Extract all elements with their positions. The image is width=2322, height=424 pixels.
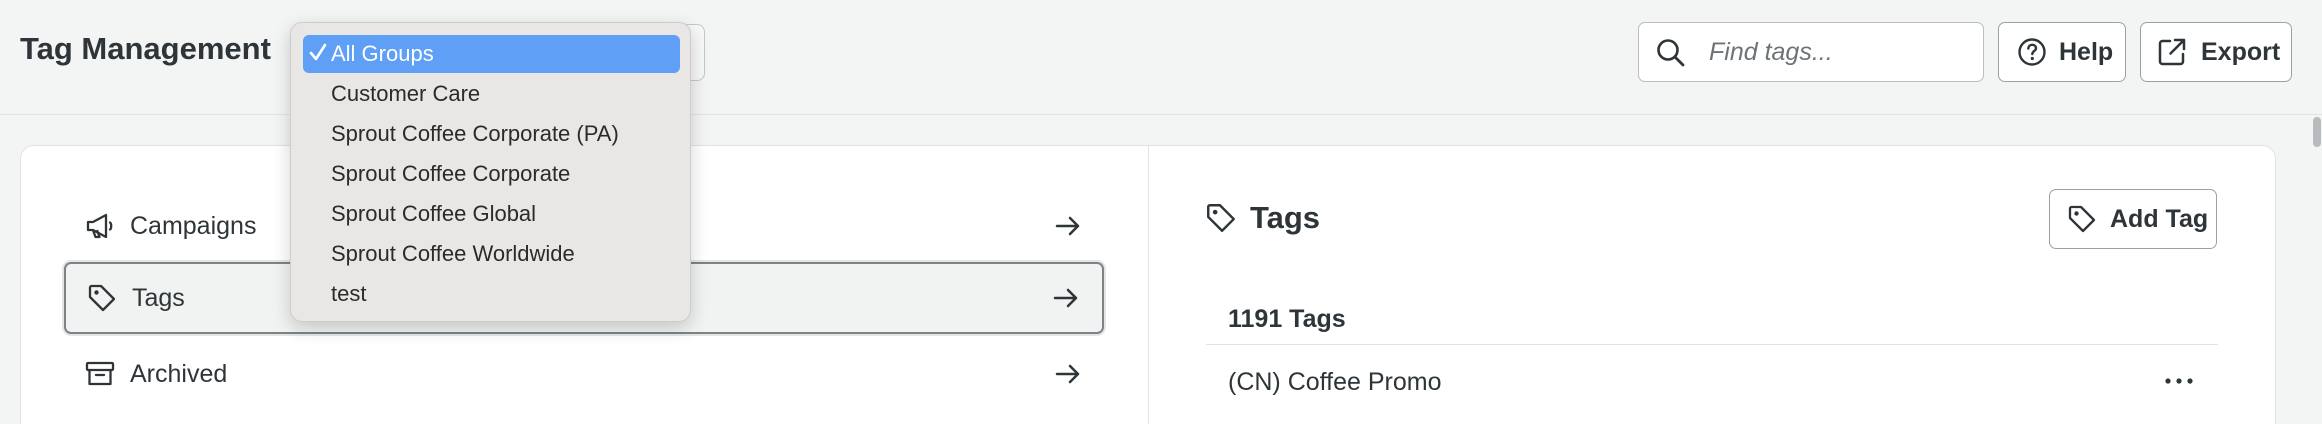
search-icon (1657, 39, 1685, 67)
sidebar-item-label: Tags (132, 283, 185, 312)
page-scrollbar[interactable] (2310, 115, 2322, 424)
help-button[interactable]: Help (1998, 22, 2126, 82)
help-circle-icon (2018, 38, 2046, 66)
dropdown-option-test[interactable]: test (303, 275, 680, 313)
dropdown-option-label: Sprout Coffee Corporate (331, 161, 571, 186)
dropdown-option-label: Sprout Coffee Worldwide (331, 241, 575, 266)
group-dropdown-menu: All Groups Customer Care Sprout Coffee C… (290, 22, 691, 322)
list-item[interactable]: (CN) Coffee Promo (1206, 352, 2218, 412)
tag-icon (2068, 205, 2096, 233)
scrollbar-thumb[interactable] (2313, 117, 2321, 147)
tag-icon (1207, 204, 1235, 232)
dropdown-option-all-groups[interactable]: All Groups (303, 35, 680, 73)
dropdown-option-sprout-coffee-global[interactable]: Sprout Coffee Global (303, 195, 680, 233)
search-box[interactable] (1638, 22, 1984, 82)
sidebar-item-archived[interactable]: Archived (64, 338, 1104, 410)
page-title: Tag Management (20, 31, 271, 66)
checkmark-icon (309, 43, 327, 61)
dropdown-option-sprout-coffee-corporate-pa[interactable]: Sprout Coffee Corporate (PA) (303, 115, 680, 153)
sidebar-item-label: Campaigns (130, 211, 257, 240)
megaphone-icon (86, 213, 113, 239)
list-divider (1206, 344, 2218, 345)
more-horizontal-icon[interactable] (2162, 366, 2196, 396)
dropdown-option-label: test (331, 281, 367, 306)
panel-divider (1148, 146, 1149, 424)
arrow-right-icon (1053, 288, 1078, 308)
dropdown-option-label: Sprout Coffee Corporate (PA) (331, 121, 619, 146)
sidebar-item-label: Archived (130, 359, 228, 388)
dropdown-option-label: Customer Care (331, 81, 481, 106)
tag-icon (88, 284, 116, 312)
dropdown-option-sprout-coffee-worldwide[interactable]: Sprout Coffee Worldwide (303, 235, 680, 273)
export-button[interactable]: Export (2140, 22, 2292, 82)
help-button-label: Help (2059, 37, 2114, 66)
tags-count: 1191 Tags (1228, 305, 1346, 333)
arrow-right-icon (1055, 364, 1080, 384)
tags-panel-title: Tags (1250, 200, 1321, 235)
dropdown-option-label: Sprout Coffee Global (331, 201, 537, 226)
dropdown-option-sprout-coffee-corporate[interactable]: Sprout Coffee Corporate (303, 155, 680, 193)
dropdown-option-label: All Groups (331, 41, 434, 66)
archive-box-icon (85, 361, 115, 386)
tag-name: (CN) Coffee Promo (1228, 368, 1442, 396)
export-button-label: Export (2201, 37, 2281, 66)
add-tag-button-label: Add Tag (2110, 204, 2209, 233)
tags-panel-heading: Tags (1204, 200, 1320, 236)
dropdown-option-customer-care[interactable]: Customer Care (303, 75, 680, 113)
external-link-icon (2158, 38, 2186, 66)
add-tag-button[interactable]: Add Tag (2049, 189, 2217, 249)
search-input[interactable] (1709, 33, 1969, 71)
arrow-right-icon (1055, 216, 1080, 236)
